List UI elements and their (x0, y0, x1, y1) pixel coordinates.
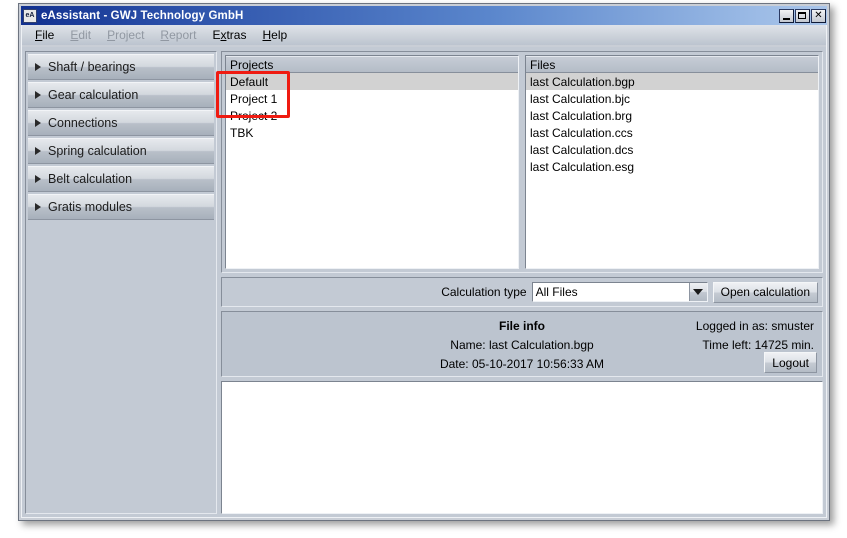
minimize-button[interactable] (779, 8, 794, 23)
sidebar-item-spring-calculation[interactable]: Spring calculation (28, 138, 214, 164)
menu-item-project[interactable]: Project (99, 27, 152, 43)
list-item[interactable]: Project 2 (226, 107, 518, 124)
list-item[interactable]: last Calculation.bjc (526, 90, 818, 107)
calculation-type-select[interactable]: All Files (531, 282, 708, 302)
sidebar-item-gratis-modules[interactable]: Gratis modules (28, 194, 214, 220)
projects-list-body[interactable]: Default Project 1 Project 2 TBK (226, 73, 518, 268)
maximize-button[interactable] (795, 8, 810, 23)
sidebar-item-shaft-bearings[interactable]: Shaft / bearings (28, 54, 214, 80)
chevron-right-icon (35, 175, 41, 183)
projects-list-header: Projects (226, 56, 518, 73)
menu-item-help[interactable]: Help (254, 27, 295, 43)
window-body: Shaft / bearings Gear calculation Connec… (21, 47, 827, 518)
window-title: eAssistant - GWJ Technology GmbH (41, 9, 244, 22)
session-time-left: Time left: 14725 min. (702, 338, 814, 352)
files-list-body[interactable]: last Calculation.bgp last Calculation.bj… (526, 73, 818, 268)
chevron-right-icon (35, 63, 41, 71)
sidebar-item-label: Spring calculation (48, 144, 147, 158)
list-item[interactable]: last Calculation.dcs (526, 141, 818, 158)
lists-row: Projects Default Project 1 Project 2 TBK… (221, 51, 823, 273)
chevron-right-icon (35, 91, 41, 99)
open-calculation-button[interactable]: Open calculation (712, 281, 818, 303)
list-item[interactable]: last Calculation.ccs (526, 124, 818, 141)
list-item[interactable]: last Calculation.bgp (526, 73, 818, 90)
calculation-type-label: Calculation type (441, 285, 527, 299)
sidebar-item-label: Belt calculation (48, 172, 133, 186)
logout-button[interactable]: Logout (764, 352, 817, 373)
list-item[interactable]: last Calculation.brg (526, 107, 818, 124)
menu-bar: File Edit Project Report Extras Help (21, 25, 827, 45)
application-window: eA eAssistant - GWJ Technology GmbH ✕ Fi… (18, 3, 830, 521)
sidebar-item-label: Gear calculation (48, 88, 139, 102)
sidebar-item-label: Shaft / bearings (48, 60, 136, 74)
chevron-right-icon (35, 147, 41, 155)
chevron-down-icon[interactable] (688, 283, 707, 301)
logged-in-user: Logged in as: smuster (695, 319, 814, 333)
list-item[interactable]: TBK (226, 124, 518, 141)
sidebar-item-belt-calculation[interactable]: Belt calculation (28, 166, 214, 192)
maximize-icon (798, 11, 806, 19)
sidebar-item-label: Connections (48, 116, 118, 130)
output-panel[interactable] (221, 381, 823, 514)
close-icon: ✕ (814, 9, 823, 21)
close-button[interactable]: ✕ (811, 8, 826, 23)
chevron-right-icon (35, 203, 41, 211)
menu-item-extras[interactable]: Extras (204, 27, 254, 43)
minimize-icon (783, 17, 790, 20)
menu-item-file[interactable]: File (27, 27, 62, 43)
menu-item-edit[interactable]: Edit (62, 27, 99, 43)
file-info-date: Date: 05-10-2017 10:56:33 AM (439, 357, 605, 371)
menu-item-report[interactable]: Report (152, 27, 204, 43)
main-content: Projects Default Project 1 Project 2 TBK… (221, 51, 823, 514)
file-info-panel: File info Name: last Calculation.bgp Dat… (221, 311, 823, 377)
files-list-header: Files (526, 56, 818, 73)
calculation-type-value: All Files (535, 285, 578, 299)
app-icon: eA (23, 8, 37, 23)
title-bar: eA eAssistant - GWJ Technology GmbH ✕ (21, 6, 827, 25)
list-item[interactable]: Default (226, 73, 518, 90)
module-sidebar: Shaft / bearings Gear calculation Connec… (25, 51, 217, 514)
files-list-panel: Files last Calculation.bgp last Calculat… (525, 55, 819, 269)
sidebar-item-gear-calculation[interactable]: Gear calculation (28, 82, 214, 108)
projects-list-panel: Projects Default Project 1 Project 2 TBK (225, 55, 519, 269)
list-item[interactable]: last Calculation.esg (526, 158, 818, 175)
sidebar-item-connections[interactable]: Connections (28, 110, 214, 136)
list-item[interactable]: Project 1 (226, 90, 518, 107)
sidebar-item-label: Gratis modules (48, 200, 133, 214)
calculation-type-row: Calculation type All Files Open calculat… (221, 277, 823, 307)
chevron-right-icon (35, 119, 41, 127)
